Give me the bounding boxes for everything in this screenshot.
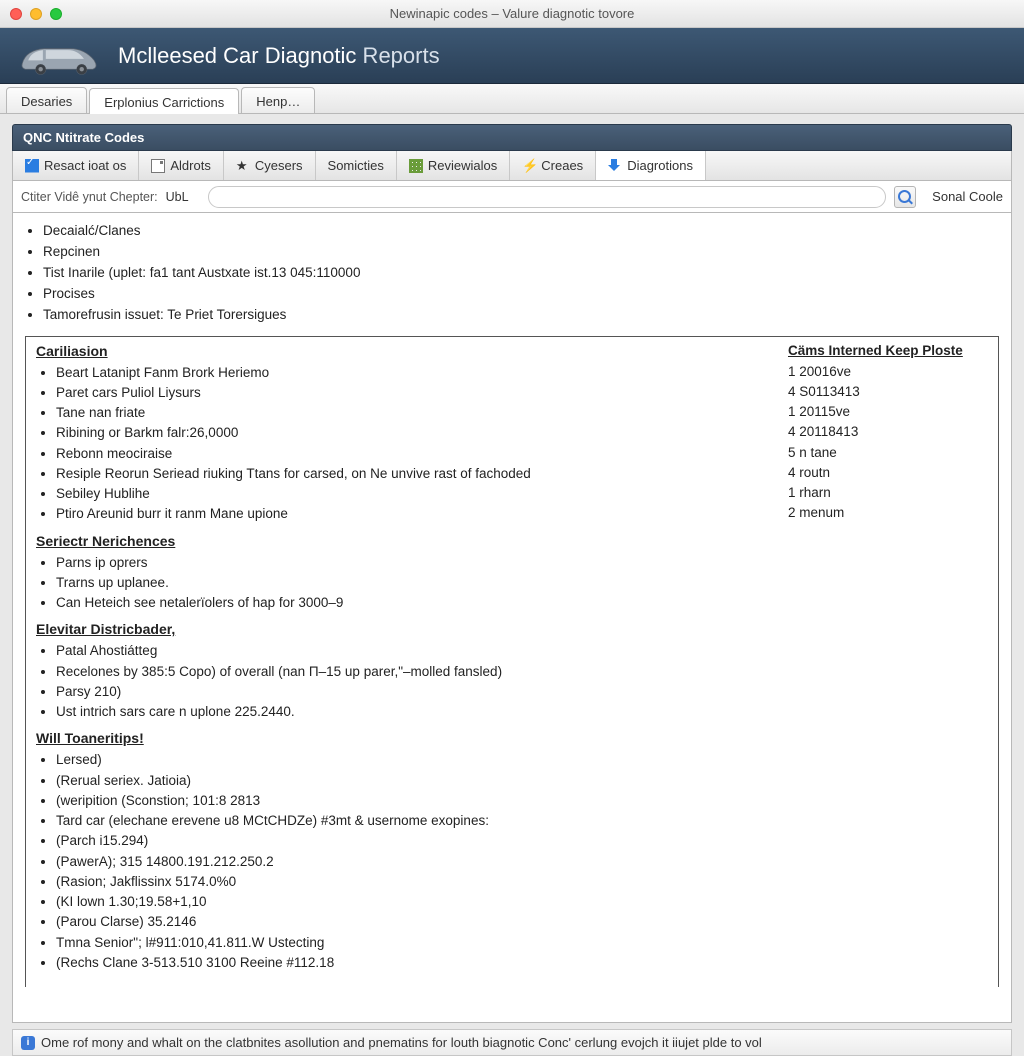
right-value: 2 menum: [788, 503, 988, 523]
list-item: Rebonn meociraise: [56, 444, 772, 464]
filter-ubl: UbL: [166, 190, 200, 204]
list-item: Parsy 210): [56, 682, 988, 702]
list-item: Recelones by 385:5 Copo) of overall (nan…: [56, 662, 988, 682]
list-item: Procises: [43, 284, 999, 305]
list-item: (KI lown 1.30;19.58+1,10: [56, 892, 988, 912]
list-item: Tamorefrusin issuet: Te Priet Torersigue…: [43, 305, 999, 326]
list-item: Tard car (elechane erevene u8 MCtCHDZe) …: [56, 811, 988, 831]
close-icon[interactable]: [10, 8, 22, 20]
report-box: Cariliasion Beart Latanipt Fanm Brork He…: [25, 336, 999, 988]
list-item: Tist Inarile (uplet: fa1 tant Austxate i…: [43, 263, 999, 284]
list-item: Trarns up uplanee.: [56, 573, 988, 593]
window-title: Newinapic codes – Valure diagnotic tovor…: [0, 6, 1024, 21]
section-cariliasion: Cariliasion Beart Latanipt Fanm Brork He…: [36, 343, 988, 525]
right-column-header: Cäms Interned Keep Ploste: [788, 343, 988, 358]
list-item: Lersed): [56, 750, 988, 770]
tool-aldrots[interactable]: Aldrots: [139, 151, 223, 180]
app-logo-icon: [14, 34, 104, 78]
right-value: 4 20118413: [788, 422, 988, 442]
primary-tabstrip: Desaries Erplonius Carrictions Henp…: [0, 84, 1024, 114]
list-item: (Rerual seriex. Jatioia): [56, 771, 988, 791]
grid-icon: [409, 159, 423, 173]
tab-henp[interactable]: Henp…: [241, 87, 315, 113]
list-item: (Parou Clarse) 35.2146: [56, 912, 988, 932]
content-area: QNC Ntitrate Codes Resact ioat os Aldrot…: [0, 114, 1024, 1056]
bolt-icon: ⚡: [522, 159, 536, 173]
tool-label: Somicties: [328, 158, 384, 173]
list-item: (Parch i15.294): [56, 831, 988, 851]
filter-bar: Ctiter Vidê ynut Chepter: UbL Sonal Cool…: [12, 181, 1012, 213]
list-item: (weripition (Sconstion; 101:8 2813: [56, 791, 988, 811]
window-titlebar: Newinapic codes – Valure diagnotic tovor…: [0, 0, 1024, 28]
tool-reviewialos[interactable]: Reviewialos: [397, 151, 510, 180]
info-icon: i: [21, 1036, 35, 1050]
list-item: Can Heteich see netalerïolers of hap for…: [56, 593, 988, 613]
list-item: Ribining or Barkm falr:26,0000: [56, 423, 772, 443]
right-value: 1 20115ve: [788, 402, 988, 422]
section-title: Will Toaneritips!: [36, 730, 988, 746]
section-elevitar: Patal Ahostiátteg Recelones by 385:5 Cop…: [36, 641, 988, 722]
tool-creaes[interactable]: ⚡ Creaes: [510, 151, 596, 180]
search-button[interactable]: [894, 186, 916, 208]
right-value: 5 n tane: [788, 443, 988, 463]
search-input[interactable]: [208, 186, 887, 208]
section-seriectr: Parns ip oprers Trarns up uplanee. Can H…: [36, 553, 988, 614]
tool-cyesers[interactable]: ★ Cyesers: [224, 151, 316, 180]
search-icon: [898, 190, 912, 204]
right-value: 1 rharn: [788, 483, 988, 503]
tool-label: Resact ioat os: [44, 158, 126, 173]
status-bar: i Ome rof mony and whalt on the clatbnit…: [12, 1029, 1012, 1056]
panel-title: QNC Ntitrate Codes: [12, 124, 1012, 151]
list-item: Decaialć/Clanes: [43, 221, 999, 242]
list-item: Repcinen: [43, 242, 999, 263]
report-pane: Decaialć/Clanes Repcinen Tist Inarile (u…: [12, 213, 1012, 1023]
section-will: Lersed) (Rerual seriex. Jatioia) (weripi…: [36, 750, 988, 973]
tool-diagrotions[interactable]: Diagrotions: [596, 151, 706, 180]
list-item: Parns ip oprers: [56, 553, 988, 573]
tool-label: Reviewialos: [428, 158, 497, 173]
filter-label: Ctiter Vidê ynut Chepter:: [21, 190, 158, 204]
list-item: Tmna Senior"; l#911:010,41.811.W Ustecti…: [56, 933, 988, 953]
download-icon: [608, 159, 622, 173]
tool-label: Aldrots: [170, 158, 210, 173]
tool-label: Diagrotions: [627, 158, 693, 173]
list-item: Sebiley Hublihe: [56, 484, 772, 504]
zoom-icon[interactable]: [50, 8, 62, 20]
list-item: Ptiro Areunid burr it ranm Mane upione: [56, 504, 772, 524]
minimize-icon[interactable]: [30, 8, 42, 20]
document-icon: [151, 159, 165, 173]
app-header: Mclleesed Car Diagnotic Reports: [0, 28, 1024, 84]
top-summary-list: Decaialć/Clanes Repcinen Tist Inarile (u…: [25, 219, 999, 336]
check-icon: [25, 159, 39, 173]
list-item: Tane nan friate: [56, 403, 772, 423]
right-value: 4 S0113413: [788, 382, 988, 402]
toolbar: Resact ioat os Aldrots ★ Cyesers Somictie…: [12, 151, 1012, 181]
list-item: Beart Latanipt Fanm Brork Heriemo: [56, 363, 772, 383]
status-text: Ome rof mony and whalt on the clatbnites…: [41, 1035, 762, 1050]
list-item: Paret cars Puliol Liysurs: [56, 383, 772, 403]
list-item: (PawerA); 315 14800.191.212.250.2: [56, 852, 988, 872]
tab-erplonius[interactable]: Erplonius Carrictions: [89, 88, 239, 114]
list-item: Ust intrich sars care n uplone 225.2440.: [56, 702, 988, 722]
right-value: 1 20016ve: [788, 362, 988, 382]
app-title-light: Reports: [356, 43, 439, 68]
section-title: Cariliasion: [36, 343, 772, 359]
list-item: (Rechs Clane 3-513.510 3100 Reeine #112.…: [56, 953, 988, 973]
window-controls: [10, 8, 62, 20]
star-icon: ★: [236, 159, 250, 173]
section-title: Elevitar Districbader,: [36, 621, 988, 637]
right-value: 4 routn: [788, 463, 988, 483]
app-title: Mclleesed Car Diagnotic Reports: [118, 43, 440, 69]
list-item: (Rasion; Jakflissinx 5174.0%0: [56, 872, 988, 892]
tool-label: Creaes: [541, 158, 583, 173]
tab-desaries[interactable]: Desaries: [6, 87, 87, 113]
app-title-bold: Mclleesed Car Diagnotic: [118, 43, 356, 68]
section-title: Seriectr Nerichences: [36, 533, 988, 549]
list-item: Resiple Reorun Seriead riuking Ttans for…: [56, 464, 772, 484]
sonal-label: Sonal Coole: [924, 189, 1003, 204]
tool-resact[interactable]: Resact ioat os: [13, 151, 139, 180]
tool-label: Cyesers: [255, 158, 303, 173]
list-item: Patal Ahostiátteg: [56, 641, 988, 661]
tool-somicties[interactable]: Somicties: [316, 151, 397, 180]
